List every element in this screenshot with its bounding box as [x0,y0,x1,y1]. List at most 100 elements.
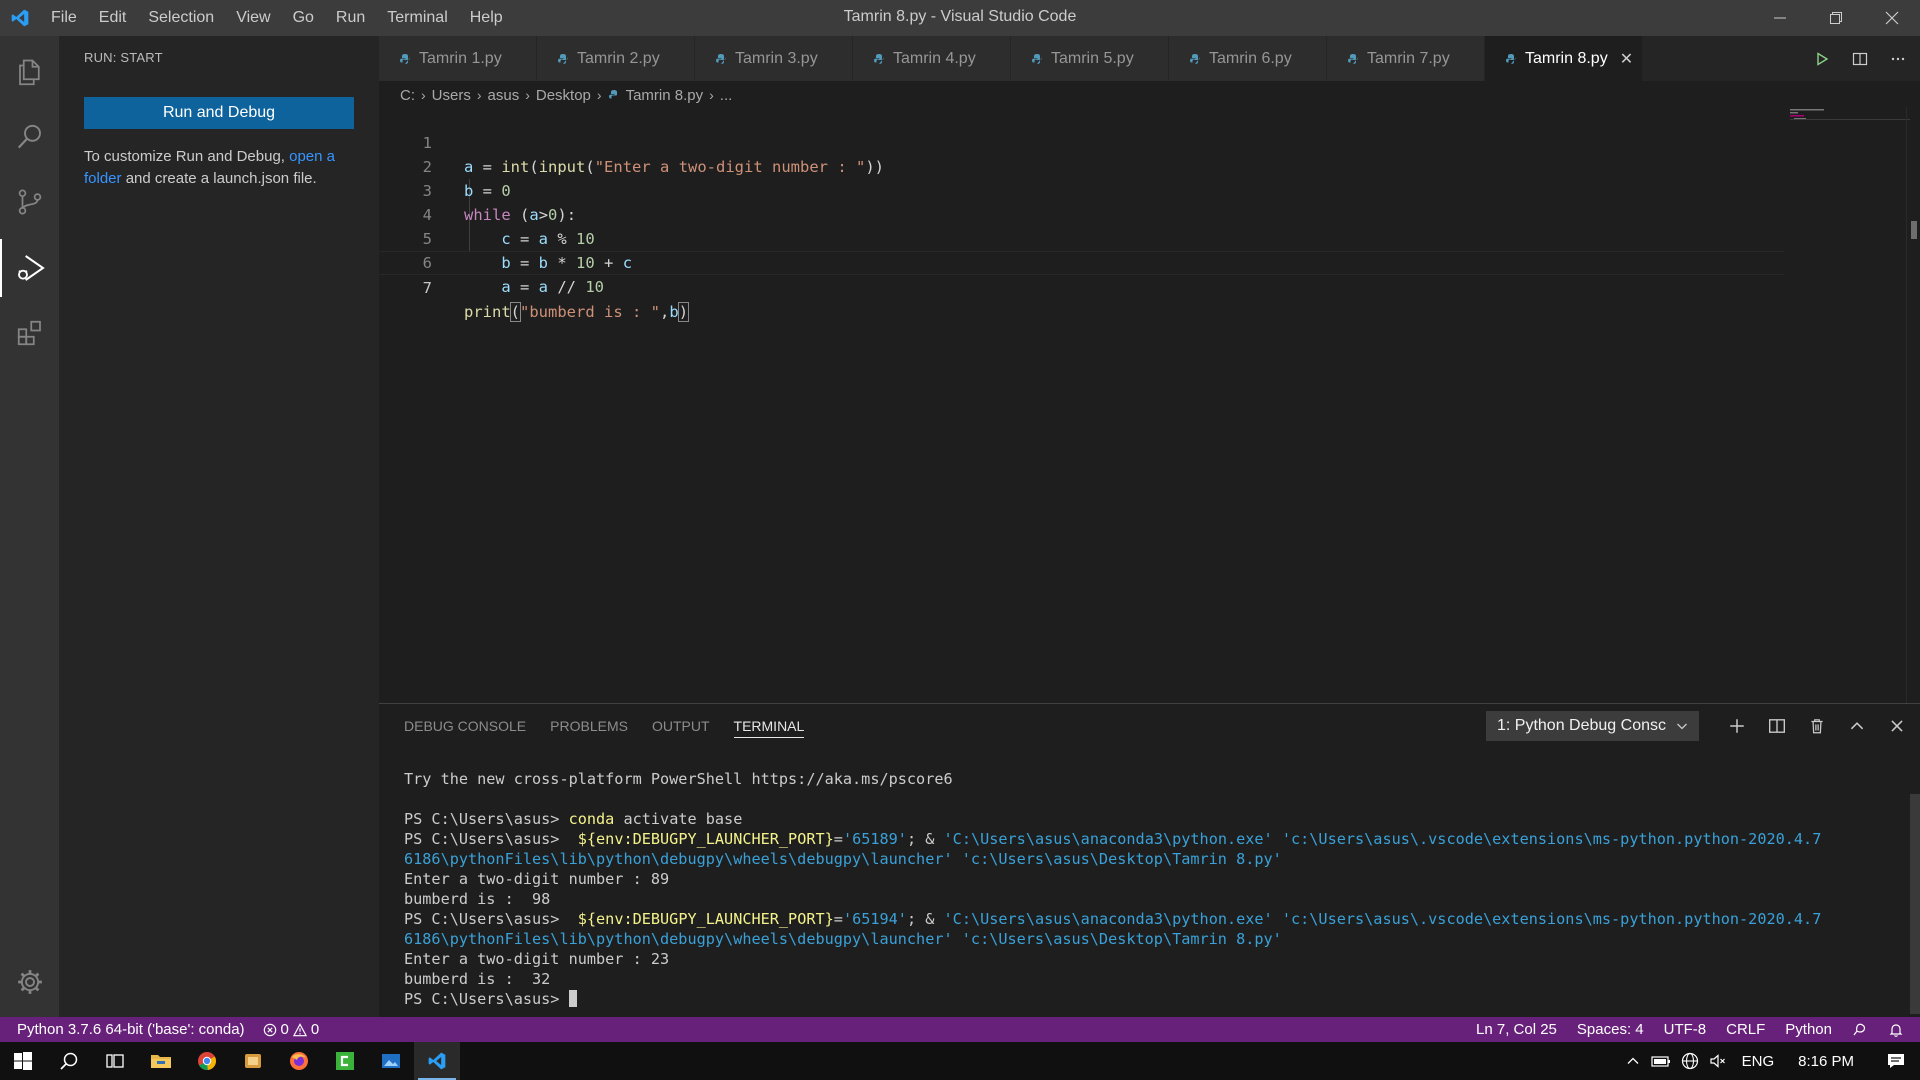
more-actions-icon[interactable] [1890,51,1906,67]
run-debug-icon [17,255,45,281]
manage-button[interactable] [0,953,59,1011]
menu-view[interactable]: View [225,0,281,36]
python-file-icon [1031,53,1043,65]
minimap[interactable] [1790,107,1910,703]
line-number: 7 [422,279,432,297]
battery-status[interactable] [1646,1042,1676,1080]
split-editor-icon[interactable] [1852,51,1868,67]
breadcrumb-item[interactable]: Users [432,87,471,104]
menu-run[interactable]: Run [325,0,376,36]
run-debug-button[interactable] [0,239,59,297]
taskbar-camtasia[interactable] [322,1042,368,1080]
sidebar-help-text: To customize Run and Debug, open a folde… [84,146,364,190]
trash-icon[interactable] [1808,717,1826,735]
start-button[interactable] [0,1042,46,1080]
taskbar-photos[interactable] [368,1042,414,1080]
code-editor[interactable]: 1 a = int(input("Enter a two-digit numbe… [379,107,1920,703]
tab-tamrin-2[interactable]: Tamrin 2.py [537,36,695,81]
tab-tamrin-7[interactable]: Tamrin 7.py [1327,36,1485,81]
menu-help[interactable]: Help [459,0,514,36]
bell-icon[interactable] [1888,1022,1904,1038]
action-center-button[interactable] [1872,1042,1920,1080]
breadcrumb-item[interactable]: C: [400,87,415,104]
help-text-before: To customize Run and Debug, [84,148,290,165]
tab-tamrin-1[interactable]: Tamrin 1.py [379,36,537,81]
source-control-button[interactable] [0,173,59,231]
code-line[interactable]: 1 a = int(input("Enter a two-digit numbe… [379,107,1784,176]
task-view-button[interactable] [92,1042,138,1080]
tab-tamrin-6[interactable]: Tamrin 6.py [1169,36,1327,81]
menu-terminal[interactable]: Terminal [376,0,458,36]
search-view-button[interactable] [0,108,59,166]
code-line[interactable]: 6 a = a // 10 [379,227,1784,296]
chevron-up-icon[interactable] [1848,717,1866,735]
code-line[interactable]: 4 c = a % 10 [379,179,1784,248]
tab-problems[interactable]: PROBLEMS [550,704,628,748]
terminal-select[interactable]: 1: Python Debug Consc [1486,711,1699,741]
extensions-button[interactable] [0,304,59,362]
taskbar-media-app[interactable] [230,1042,276,1080]
tab-tamrin-4[interactable]: Tamrin 4.py [853,36,1011,81]
taskbar-firefox[interactable] [276,1042,322,1080]
code-line[interactable]: 5 b = b * 10 + c [379,203,1784,272]
code-line[interactable]: 3 while (a>0): [379,155,1784,224]
indentation[interactable]: Spaces: 4 [1577,1021,1644,1038]
editor-scrollbar[interactable] [1906,107,1920,703]
terminal-output[interactable]: Try the new cross-platform PowerShell ht… [404,769,1884,1009]
source-control-icon [18,189,41,215]
minimize-button[interactable] [1752,0,1808,36]
breadcrumb-item[interactable]: Desktop [536,87,591,104]
restore-button[interactable] [1808,0,1864,36]
clock[interactable]: 8:16 PM [1784,1042,1872,1080]
code-line-current[interactable]: 7 print("bumberd is : ",b) [379,251,1784,322]
problems-status[interactable]: 0 0 [263,1021,320,1038]
network-status[interactable] [1676,1042,1704,1080]
breadcrumb-item[interactable]: ... [720,87,733,104]
menu-selection[interactable]: Selection [137,0,225,36]
run-file-icon[interactable] [1814,51,1830,67]
python-file-icon [1347,53,1359,65]
menu-file[interactable]: File [40,0,88,36]
menu-go[interactable]: Go [282,0,325,36]
input-language[interactable]: ENG [1732,1042,1785,1080]
breadcrumb-item[interactable]: asus [488,87,520,104]
code-line[interactable]: 2 b = 0 [379,131,1784,200]
python-interpreter[interactable]: Python 3.7.6 64-bit ('base': conda) [17,1021,245,1038]
terminal-scrollbar[interactable] [1910,794,1920,1014]
terminal-line: Enter a two-digit number : 23 [404,950,670,968]
notification-icon [1888,1054,1904,1068]
taskbar-file-explorer[interactable] [138,1042,184,1080]
close-window-button[interactable] [1864,0,1920,36]
tab-terminal[interactable]: TERMINAL [733,704,804,748]
run-and-debug-button[interactable]: Run and Debug [84,97,354,129]
tab-tamrin-8[interactable]: Tamrin 8.py ✕ [1485,36,1643,81]
language-mode[interactable]: Python [1785,1021,1832,1038]
split-terminal-icon[interactable] [1768,717,1786,735]
tab-output[interactable]: OUTPUT [652,704,710,748]
encoding[interactable]: UTF-8 [1664,1021,1707,1038]
tab-tamrin-3[interactable]: Tamrin 3.py [695,36,853,81]
end-of-line[interactable]: CRLF [1726,1021,1765,1038]
terminal-line: PS C:\Users\asus> [404,989,1884,1009]
explorer-button[interactable] [0,44,59,102]
tab-debug-console[interactable]: DEBUG CONSOLE [404,704,526,748]
tab-tamrin-5[interactable]: Tamrin 5.py [1011,36,1169,81]
close-panel-icon[interactable] [1888,717,1906,735]
breadcrumb-item[interactable]: Tamrin 8.py [626,87,704,104]
error-icon [263,1023,276,1036]
feedback-icon[interactable] [1852,1022,1868,1038]
new-terminal-icon[interactable] [1728,717,1746,735]
menu-edit[interactable]: Edit [88,0,138,36]
warning-count: 0 [310,1021,320,1038]
chevron-down-icon [1677,723,1687,730]
status-left: Python 3.7.6 64-bit ('base': conda) 0 0 [17,1017,319,1042]
close-tab-icon[interactable]: ✕ [1620,49,1633,69]
volume-status[interactable] [1704,1042,1732,1080]
cursor-position[interactable]: Ln 7, Col 25 [1476,1021,1557,1038]
folder-icon [151,1055,171,1068]
taskbar-search-button[interactable] [46,1042,92,1080]
window-controls [1752,0,1920,36]
taskbar-chrome[interactable] [184,1042,230,1080]
taskbar-vscode[interactable] [414,1042,460,1080]
show-hidden-icons-button[interactable] [1620,1042,1646,1080]
